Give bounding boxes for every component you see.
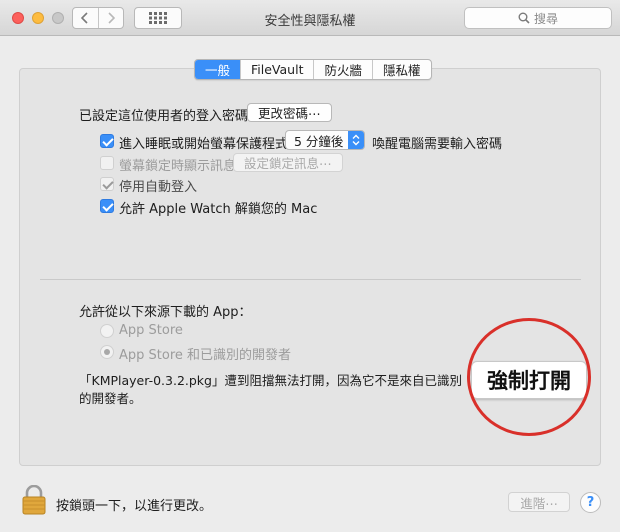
open-anyway-button[interactable]: 強制打開 [471, 361, 587, 399]
updown-arrows-icon [348, 131, 364, 149]
set-lock-message-button[interactable]: 設定鎖定訊息⋯ [233, 153, 343, 172]
password-set-label: 已設定這位使用者的登入密碼 [79, 109, 249, 124]
advanced-button[interactable]: 進階⋯ [508, 492, 570, 512]
show-message-checkbox[interactable] [100, 156, 114, 170]
allow-apps-heading: 允許從以下來源下載的 App： [79, 305, 252, 320]
show-message-label: 螢幕鎖定時顯示訊息 [119, 159, 237, 174]
disable-autologin-checkbox[interactable] [100, 177, 114, 191]
search-icon [518, 12, 530, 24]
radio-app-store[interactable] [100, 324, 114, 338]
delay-value: 5 分鐘後 [294, 133, 344, 149]
radio-identified-developers-label: App Store 和已識別的開發者 [119, 348, 292, 363]
tab-firewall[interactable]: 防火牆 [313, 60, 372, 79]
require-password-label: 進入睡眠或開始螢幕保護程式 [119, 137, 289, 152]
require-password-checkbox[interactable] [100, 134, 114, 148]
tab-general[interactable]: 一般 [195, 60, 241, 79]
radio-app-store-label: App Store [119, 323, 183, 338]
tab-bar: 一般 FileVault 防火牆 隱私權 [194, 59, 432, 80]
title-bar: 安全性與隱私權 搜尋 [0, 0, 620, 36]
search-field[interactable]: 搜尋 [464, 7, 612, 29]
require-password-suffix: 喚醒電腦需要輸入密碼 [372, 137, 503, 152]
apple-watch-unlock-checkbox[interactable] [100, 199, 114, 213]
security-privacy-window: 安全性與隱私權 搜尋 一般 FileVault 防火牆 隱私權 已設定這位使用者… [0, 0, 620, 532]
tab-filevault[interactable]: FileVault [240, 60, 313, 79]
tab-privacy[interactable]: 隱私權 [372, 60, 431, 79]
radio-identified-developers[interactable] [100, 345, 114, 359]
lock-hint-text: 按鎖頭一下，以進行更改。 [56, 499, 213, 514]
apple-watch-unlock-label: 允許 Apple Watch 解鎖您的 Mac [119, 202, 318, 217]
lock-icon[interactable] [22, 484, 46, 515]
blocked-app-notice: 「KMPlayer-0.3.2.pkg」遭到阻擋無法打開，因為它不是來自已識別的… [79, 373, 462, 406]
change-password-button[interactable]: 更改密碼⋯ [247, 103, 332, 122]
help-button[interactable]: ? [580, 492, 601, 513]
require-password-delay-select[interactable]: 5 分鐘後 [285, 130, 365, 150]
search-placeholder: 搜尋 [533, 11, 558, 26]
disable-autologin-label: 停用自動登入 [119, 180, 198, 195]
section-divider [40, 279, 581, 280]
